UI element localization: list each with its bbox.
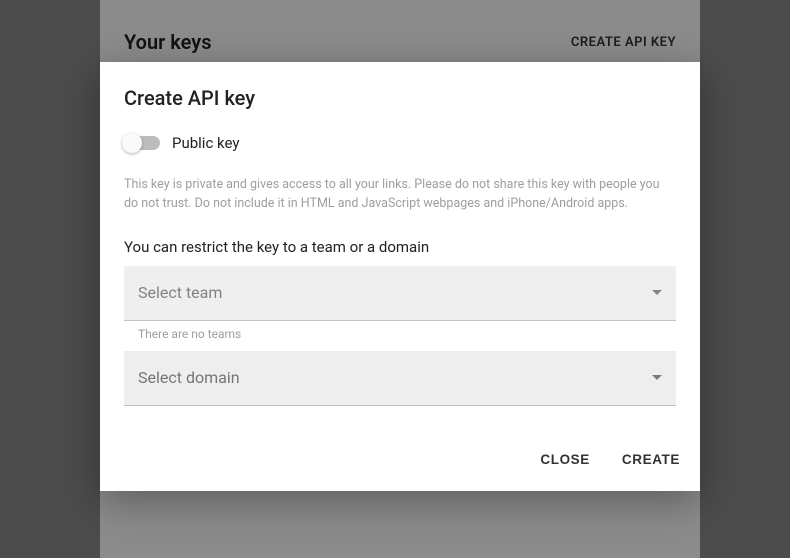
dialog-title: Create API key <box>124 86 676 110</box>
dialog-actions: CLOSE CREATE <box>100 416 700 491</box>
toggle-knob <box>122 133 142 153</box>
team-select-placeholder: Select team <box>138 283 222 302</box>
domain-select-placeholder: Select domain <box>138 368 240 387</box>
chevron-down-icon <box>652 290 662 295</box>
public-key-toggle-row: Public key <box>124 134 676 152</box>
create-api-key-dialog: Create API key Public key This key is pr… <box>100 62 700 491</box>
create-button[interactable]: CREATE <box>618 446 684 473</box>
key-description: This key is private and gives access to … <box>124 176 676 214</box>
public-key-label: Public key <box>172 134 239 152</box>
dialog-body: Create API key Public key This key is pr… <box>100 62 700 416</box>
chevron-down-icon <box>652 375 662 380</box>
close-button[interactable]: CLOSE <box>536 446 594 473</box>
team-select-helper: There are no teams <box>124 321 676 351</box>
domain-select[interactable]: Select domain <box>124 351 676 406</box>
restrict-label: You can restrict the key to a team or a … <box>124 238 676 256</box>
team-select[interactable]: Select team <box>124 266 676 321</box>
public-key-toggle[interactable] <box>124 136 160 150</box>
